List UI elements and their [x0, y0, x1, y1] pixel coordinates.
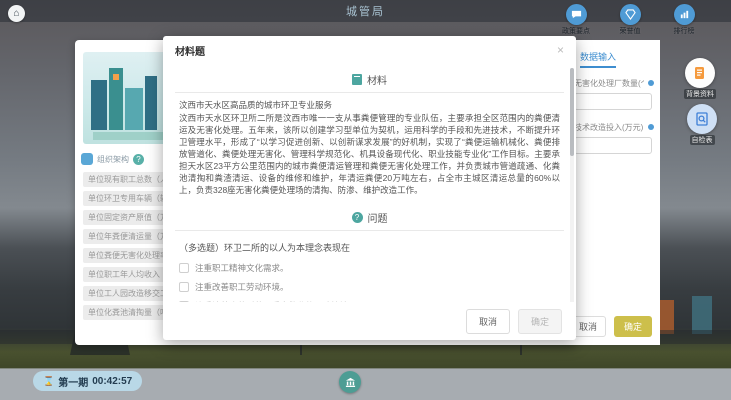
- industrial-container-teal: [692, 296, 712, 334]
- panel-footer: 取消 确定: [569, 316, 652, 337]
- self-check-button[interactable]: 自检表: [685, 104, 719, 145]
- checkbox-icon[interactable]: [179, 282, 189, 292]
- material-body: 汶西市天水区环卫所二所是汶西市唯一一支从事粪便管理的专业队伍，主要承担全区范围内…: [179, 113, 560, 195]
- option-row[interactable]: 注重改善职工劳动环境。: [179, 281, 560, 293]
- back-button[interactable]: ⌂: [8, 5, 25, 22]
- info-dot-icon[interactable]: [648, 124, 654, 130]
- map-home-button[interactable]: [339, 371, 361, 393]
- question-heading: 问题: [367, 213, 388, 225]
- question-text: （多选题）环卫二所的以人为本理念表现在: [179, 243, 351, 253]
- policy-points-button[interactable]: 政策要点: [557, 4, 595, 36]
- scrollbar-thumb[interactable]: [570, 68, 574, 156]
- plant-count-input[interactable]: [574, 93, 652, 110]
- dialog-cancel-button[interactable]: 取消: [465, 308, 510, 334]
- option-row[interactable]: 注重培养吃苦耐劳、爱岗敬业的团队精神。: [179, 300, 560, 302]
- option-list: 注重职工精神文化需求。 注重改善职工劳动环境。 注重培养吃苦耐劳、爱岗敬业的团队…: [179, 262, 560, 302]
- background-material-button[interactable]: 背景资料: [683, 58, 717, 99]
- page-title: 城管局: [346, 6, 385, 18]
- material-heading: 材料: [367, 75, 387, 87]
- form-field: 技术改造投入(万元): [574, 122, 656, 154]
- org-widget-label: 组织架构: [97, 154, 129, 164]
- dialog-header: 材料题 ×: [163, 36, 576, 64]
- dialog-footer: 取消 确定: [163, 302, 576, 340]
- option-label: 注重职工精神文化需求。: [195, 263, 289, 273]
- material-title: 汶西市天水区高品质的城市环卫专业服务: [179, 100, 333, 110]
- top-toolbar: 政策要点 荣誉值 排行榜: [557, 4, 703, 36]
- question-section: ? 问题 （多选题）环卫二所的以人为本理念表现在 注重职工精神文化需求。 注重改…: [175, 204, 564, 302]
- building-icon: [345, 377, 355, 387]
- field-label: 无害化处理厂数量(个): [574, 79, 644, 88]
- float-button-label: 自检表: [689, 135, 715, 145]
- tool-label: 排行榜: [673, 28, 695, 35]
- info-dot-icon[interactable]: [648, 80, 654, 86]
- search-doc-icon: [687, 104, 717, 134]
- form-field: 无害化处理厂数量(个): [574, 78, 656, 110]
- option-label: 注重改善职工劳动环境。: [195, 282, 289, 292]
- option-row[interactable]: 注重职工精神文化需求。: [179, 262, 560, 274]
- question-section-header: ? 问题: [179, 204, 560, 230]
- divider: [175, 230, 564, 231]
- help-icon[interactable]: ?: [133, 153, 144, 165]
- float-button-label: 背景资料: [684, 89, 716, 99]
- book-icon: [352, 73, 362, 85]
- scrollbar[interactable]: [570, 68, 574, 302]
- checkbox-icon[interactable]: [179, 301, 189, 302]
- period-timer-badge: ⌛ 第一期 00:42:57: [33, 371, 143, 391]
- tool-label: 政策要点: [562, 28, 590, 35]
- dialog-confirm-button[interactable]: 确定: [517, 308, 562, 334]
- ranking-button[interactable]: 排行榜: [665, 4, 703, 36]
- tool-label: 荣誉值: [619, 28, 641, 35]
- notebook-icon: [685, 58, 715, 88]
- field-label: 技术改造投入(万元): [574, 123, 644, 132]
- option-label: 注重培养吃苦耐劳、爱岗敬业的团队精神。: [195, 300, 357, 302]
- dialog-body: 材料 汶西市天水区高品质的城市环卫专业服务 汶西市天水区环卫所二所是汶西市唯一一…: [163, 64, 576, 302]
- timer-value: 00:42:57: [92, 375, 133, 387]
- bar-chart-icon: [673, 4, 695, 25]
- dialog-title: 材料题: [175, 46, 205, 58]
- hourglass-icon: ⌛: [43, 375, 55, 386]
- diamond-icon: [619, 4, 641, 25]
- checkbox-icon[interactable]: [179, 263, 189, 273]
- chat-icon: [81, 153, 93, 165]
- close-icon[interactable]: ×: [557, 44, 564, 56]
- honor-button[interactable]: 荣誉值: [611, 4, 649, 36]
- material-section-header: 材料: [179, 66, 560, 92]
- period-label: 第一期: [58, 377, 89, 389]
- home-icon: ⌂: [13, 8, 20, 19]
- divider: [175, 92, 564, 93]
- question-mark-icon: ?: [351, 211, 363, 223]
- panel-confirm-button[interactable]: 确定: [613, 316, 652, 337]
- material-question-dialog: 材料题 × 材料 汶西市天水区高品质的城市环卫专业服务 汶西市天水区环卫所二所是…: [163, 36, 576, 340]
- message-icon: [565, 4, 587, 25]
- investment-input[interactable]: [574, 137, 652, 154]
- tab-data-input[interactable]: 数据输入: [580, 50, 617, 68]
